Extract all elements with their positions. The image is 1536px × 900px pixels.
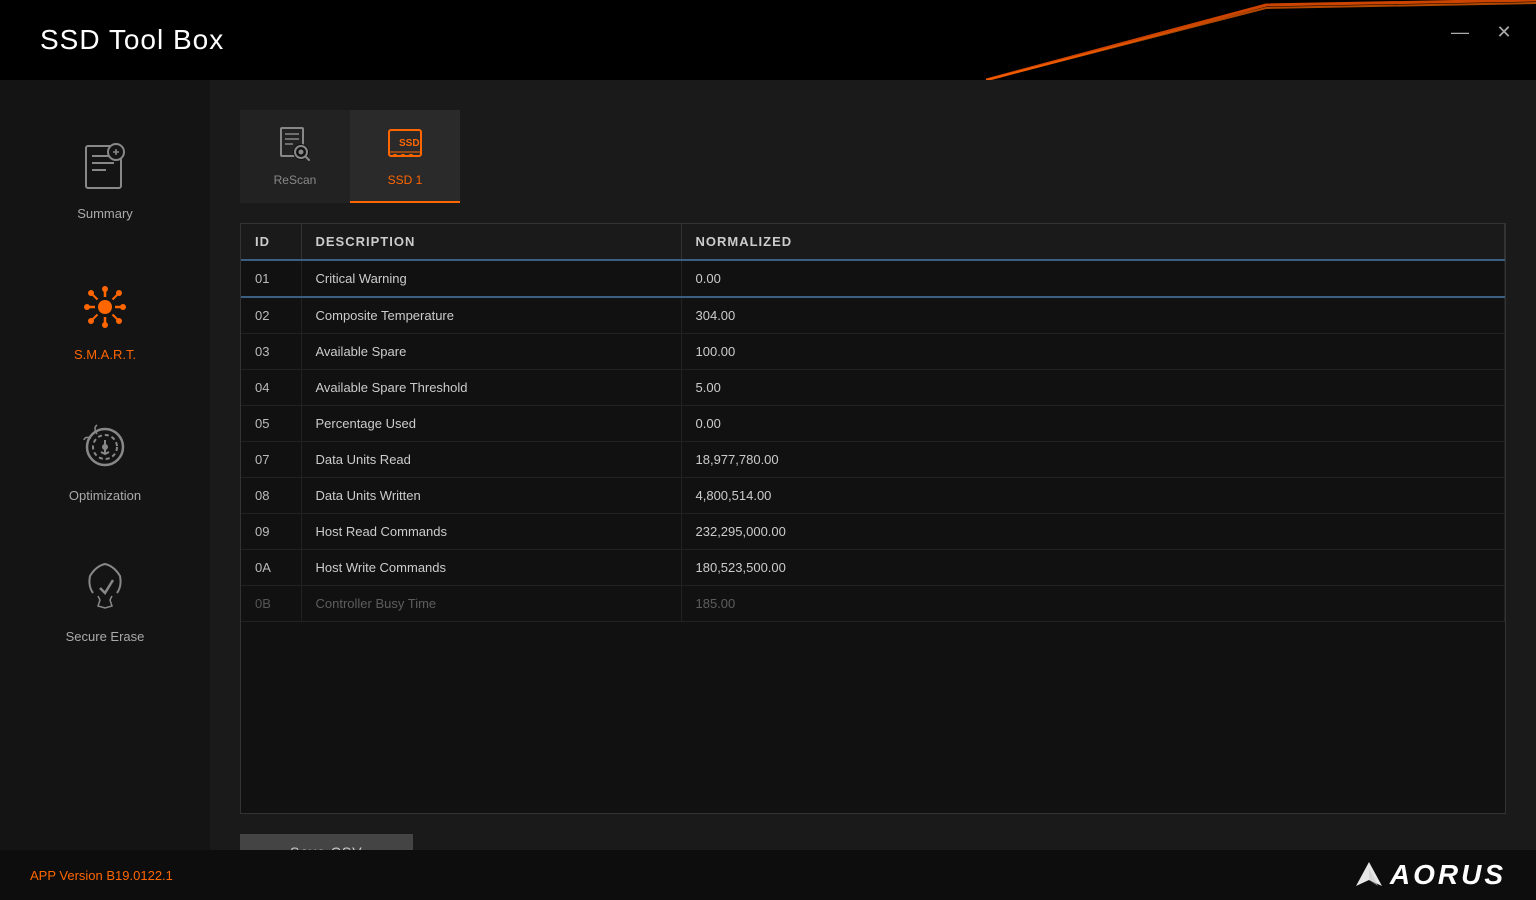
table-row: 04 Available Spare Threshold 5.00: [241, 370, 1505, 406]
cell-description: Critical Warning: [301, 260, 681, 297]
sidebar-item-label-summary: Summary: [77, 206, 133, 221]
cell-normalized: 0.00: [681, 406, 1505, 442]
smart-table-wrapper[interactable]: ID DESCRIPTION NORMALIZED 01 Critical Wa…: [241, 224, 1505, 624]
sidebar: Summary: [0, 80, 210, 900]
table-row: 07 Data Units Read 18,977,780.00: [241, 442, 1505, 478]
table-row: 01 Critical Warning 0.00: [241, 260, 1505, 297]
cell-description: Composite Temperature: [301, 297, 681, 334]
table-header-row: ID DESCRIPTION NORMALIZED: [241, 224, 1505, 260]
sidebar-item-summary[interactable]: Summary: [0, 110, 210, 241]
table-row: 03 Available Spare 100.00: [241, 334, 1505, 370]
sidebar-item-label-optimization: Optimization: [69, 488, 141, 503]
aorus-wing-icon: [1354, 860, 1384, 890]
ssd1-tab-icon: SSD: [385, 124, 425, 169]
aorus-text: AORUS: [1390, 859, 1506, 891]
col-header-id: ID: [241, 224, 301, 260]
minimize-button[interactable]: —: [1448, 20, 1472, 44]
version-label: APP Version: [30, 868, 103, 883]
secure-erase-icon: [70, 553, 140, 623]
cell-id: 0B: [241, 586, 301, 622]
cell-id: 0A: [241, 550, 301, 586]
tab-bar: ReScan SSD SSD 1: [240, 110, 1506, 203]
cell-id: 01: [241, 260, 301, 297]
cell-id: 08: [241, 478, 301, 514]
tab-rescan[interactable]: ReScan: [240, 110, 350, 203]
cell-id: 07: [241, 442, 301, 478]
smart-data-table: ID DESCRIPTION NORMALIZED 01 Critical Wa…: [241, 224, 1505, 622]
version-number: B19.0122.1: [106, 868, 173, 883]
app-version: APP Version B19.0122.1: [30, 868, 173, 883]
table-row: 05 Percentage Used 0.00: [241, 406, 1505, 442]
cell-description: Host Write Commands: [301, 550, 681, 586]
cell-id: 04: [241, 370, 301, 406]
table-row: 0A Host Write Commands 180,523,500.00: [241, 550, 1505, 586]
sidebar-item-smart[interactable]: S.M.A.R.T.: [0, 251, 210, 382]
close-button[interactable]: ✕: [1492, 20, 1516, 44]
window-controls: — ✕: [1448, 20, 1516, 44]
sidebar-item-optimization[interactable]: Optimization: [0, 392, 210, 523]
title-bar: SSD Tool Box — ✕: [0, 0, 1536, 80]
sidebar-item-secure-erase[interactable]: Secure Erase: [0, 533, 210, 664]
col-header-normalized: NORMALIZED: [681, 224, 1505, 260]
cell-id: 05: [241, 406, 301, 442]
cell-normalized: 180,523,500.00: [681, 550, 1505, 586]
aorus-logo: AORUS: [1354, 859, 1506, 891]
cell-normalized: 232,295,000.00: [681, 514, 1505, 550]
col-header-description: DESCRIPTION: [301, 224, 681, 260]
cell-description: Data Units Written: [301, 478, 681, 514]
tab-ssd1[interactable]: SSD SSD 1: [350, 110, 460, 203]
sidebar-item-label-secure-erase: Secure Erase: [66, 629, 145, 644]
cell-normalized: 5.00: [681, 370, 1505, 406]
cell-normalized: 304.00: [681, 297, 1505, 334]
app-title: SSD Tool Box: [0, 24, 224, 56]
svg-text:SSD: SSD: [399, 138, 420, 149]
cell-normalized: 0.00: [681, 260, 1505, 297]
table-row: 02 Composite Temperature 304.00: [241, 297, 1505, 334]
cell-description: Available Spare: [301, 334, 681, 370]
table-row: 09 Host Read Commands 232,295,000.00: [241, 514, 1505, 550]
cell-normalized: 100.00: [681, 334, 1505, 370]
smart-icon: [70, 271, 140, 341]
cell-normalized: 185.00: [681, 586, 1505, 622]
tab-ssd1-label: SSD 1: [388, 173, 423, 187]
table-row: 0B Controller Busy Time 185.00: [241, 586, 1505, 622]
bottom-bar: APP Version B19.0122.1 AORUS: [0, 850, 1536, 900]
cell-description: Data Units Read: [301, 442, 681, 478]
cell-description: Available Spare Threshold: [301, 370, 681, 406]
tab-rescan-label: ReScan: [274, 173, 317, 187]
cell-description: Host Read Commands: [301, 514, 681, 550]
sidebar-item-label-smart: S.M.A.R.T.: [74, 347, 136, 362]
main-layout: Summary: [0, 80, 1536, 900]
cell-normalized: 4,800,514.00: [681, 478, 1505, 514]
table-row: 08 Data Units Written 4,800,514.00: [241, 478, 1505, 514]
cell-id: 02: [241, 297, 301, 334]
content-area: ReScan SSD SSD 1: [210, 80, 1536, 900]
cell-description: Controller Busy Time: [301, 586, 681, 622]
cell-normalized: 18,977,780.00: [681, 442, 1505, 478]
cell-description: Percentage Used: [301, 406, 681, 442]
summary-icon: [70, 130, 140, 200]
optimization-icon: [70, 412, 140, 482]
smart-table-container: ID DESCRIPTION NORMALIZED 01 Critical Wa…: [240, 223, 1506, 814]
rescan-tab-icon: [276, 124, 314, 169]
cell-id: 09: [241, 514, 301, 550]
cell-id: 03: [241, 334, 301, 370]
